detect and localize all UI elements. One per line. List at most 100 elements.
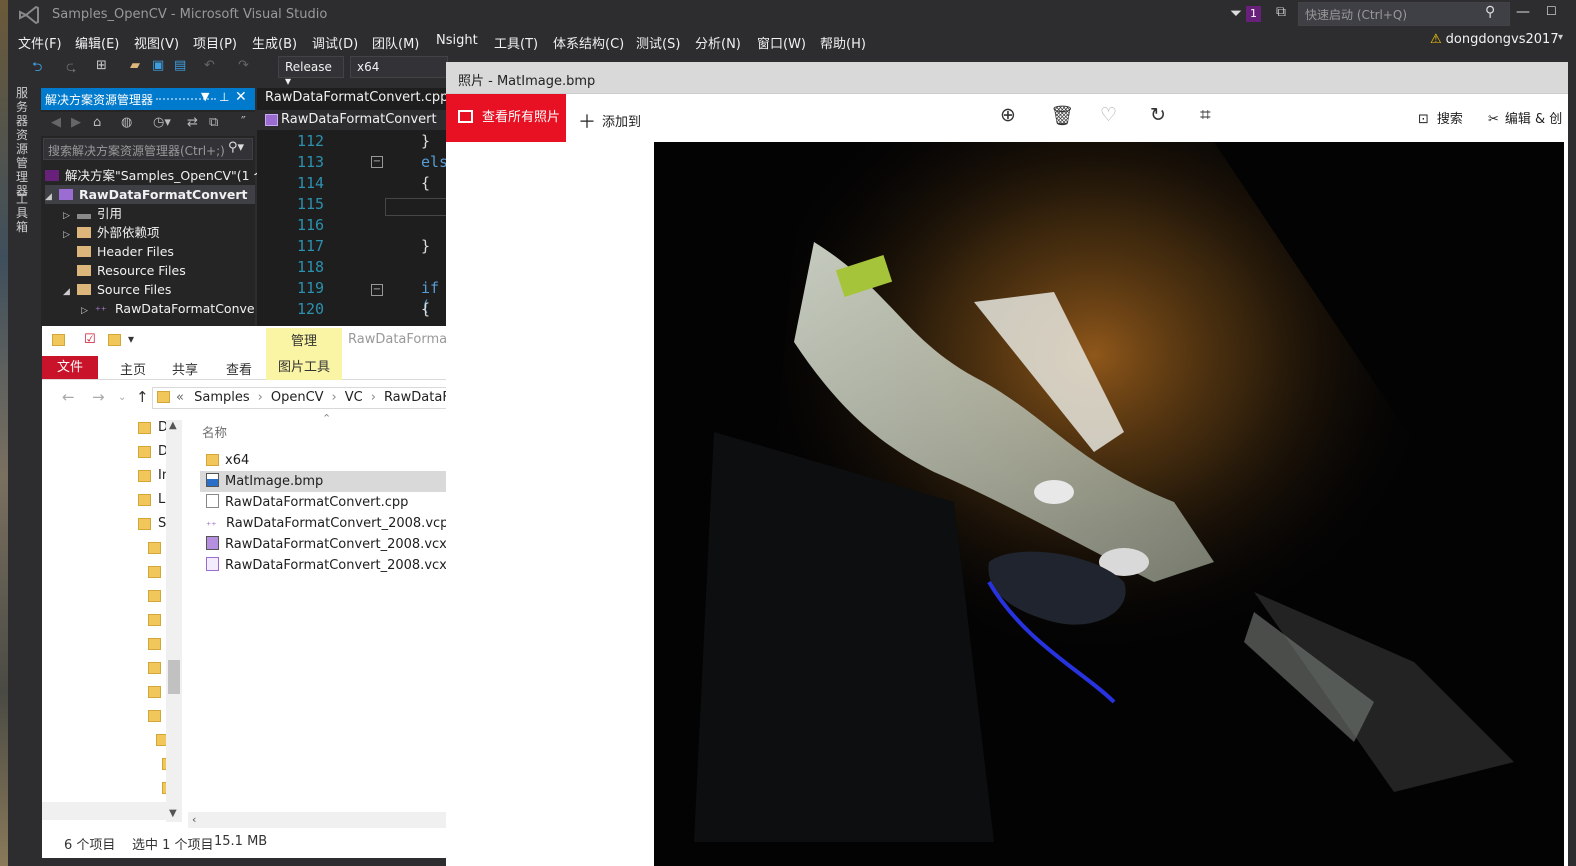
menu-analyze[interactable]: 分析(N) (695, 33, 741, 52)
search-button[interactable]: ⊡ 搜索 (1418, 108, 1463, 127)
folder-icon[interactable] (148, 710, 161, 722)
up-icon[interactable]: ↑ (136, 388, 149, 406)
forward-icon[interactable]: ▶ (71, 115, 81, 130)
folder-icon[interactable] (148, 590, 161, 602)
nav-scrollbar[interactable]: ▲ ▼ (166, 420, 182, 822)
pin-icon[interactable]: ⊥ (219, 90, 229, 104)
scroll-up-icon[interactable]: ▲ (169, 420, 177, 431)
toolbox-tab[interactable]: 工具箱 (16, 192, 32, 234)
list-item[interactable]: x64 (200, 450, 456, 471)
scroll-left-icon[interactable]: ‹ (192, 813, 196, 826)
tree-item-references[interactable]: ▷ 引用 (63, 204, 122, 223)
folder-icon[interactable] (148, 542, 161, 554)
tree-item-external-deps[interactable]: ▷ 外部依赖项 (63, 223, 160, 242)
folder-icon[interactable] (148, 638, 161, 650)
collapsed-arrow-icon[interactable]: ▷ (81, 302, 95, 321)
list-item-selected[interactable]: MatImage.bmp (200, 471, 456, 492)
forward-icon[interactable]: → (92, 388, 105, 406)
favorite-icon[interactable]: ♡ (1100, 104, 1117, 126)
address-path[interactable]: « Samples › OpenCV › VC › RawDataFor (152, 387, 456, 409)
notification-badge[interactable]: 1 (1246, 6, 1261, 22)
pending-changes-icon[interactable]: ◷▾ (153, 115, 171, 130)
breadcrumb-item[interactable]: VC (345, 390, 363, 405)
see-all-photos-button[interactable]: 查看所有照片 (446, 94, 566, 142)
zoom-in-icon[interactable]: ⊕ (1000, 104, 1016, 126)
server-explorer-tab[interactable]: 服务器资源管理器 (16, 86, 32, 198)
menu-team[interactable]: 团队(M) (372, 33, 419, 52)
tree-item-project[interactable]: ◢ RawDataFormatConvert (45, 185, 255, 204)
navigation-bar[interactable]: RawDataFormatConvert (257, 110, 455, 130)
collapse-all-icon[interactable]: ⧉ (209, 115, 218, 130)
tab-file[interactable]: 文件 (42, 356, 98, 379)
feedback-icon[interactable]: ⧉ (1276, 4, 1286, 20)
tab-share[interactable]: 共享 (172, 359, 198, 378)
switch-views-icon[interactable]: ◍ (121, 115, 132, 130)
redo-icon[interactable]: ↷ (238, 58, 249, 73)
file-list-hscrollbar[interactable]: ‹ (188, 812, 456, 828)
chevron-right-icon[interactable]: › (371, 390, 376, 405)
editor-tab[interactable]: RawDataFormatConvert.cpp (263, 88, 448, 110)
properties-icon[interactable]: ☑ (84, 332, 96, 347)
overflow-chevron-icon[interactable]: « (176, 390, 184, 405)
add-to-button[interactable]: ＋ 添加到 (578, 108, 641, 134)
column-header-name[interactable]: 名称 (202, 422, 227, 441)
tab-picture-tools[interactable]: 图片工具 (266, 356, 342, 380)
menu-view[interactable]: 视图(V) (134, 33, 179, 52)
search-icon[interactable]: ⚲▾ (228, 140, 244, 155)
menu-debug[interactable]: 调试(D) (312, 33, 358, 52)
collapsed-arrow-icon[interactable]: ▷ (63, 226, 77, 245)
menu-file[interactable]: 文件(F) (18, 33, 62, 52)
menu-help[interactable]: 帮助(H) (820, 33, 866, 52)
solution-search-input[interactable]: 搜索解决方案资源管理器(Ctrl+;) ⚲▾ (43, 138, 253, 160)
tab-home[interactable]: 主页 (120, 359, 146, 378)
quick-launch-input[interactable]: 快速启动 (Ctrl+Q) ⚲ (1298, 2, 1510, 26)
manage-contextual-tab[interactable]: 管理 (266, 328, 342, 356)
recent-locations-icon[interactable]: ⌄ (118, 392, 126, 403)
chevron-right-icon[interactable]: › (258, 390, 263, 405)
new-folder-icon[interactable] (108, 334, 121, 346)
close-icon[interactable]: ✕ (235, 89, 247, 105)
menu-architecture[interactable]: 体系结构(C) (553, 33, 624, 52)
list-item[interactable]: ⁺⁺ RawDataFormatConvert_2008.vcproj (200, 513, 456, 534)
nav-hscrollbar[interactable] (42, 802, 166, 820)
edit-create-button[interactable]: ✂ 编辑 & 创 (1488, 108, 1562, 127)
folder-icon[interactable] (148, 662, 161, 674)
tree-item-resource-files[interactable]: Resource Files (77, 261, 186, 280)
list-item[interactable]: RawDataFormatConvert.cpp (200, 492, 456, 513)
customize-icon[interactable]: ▾ (128, 332, 134, 346)
search-icon[interactable]: ⚲ (1485, 4, 1495, 20)
home-icon[interactable]: ⌂ (93, 115, 101, 130)
photo-image[interactable] (654, 142, 1564, 866)
menu-tools[interactable]: 工具(T) (494, 33, 538, 52)
menu-project[interactable]: 项目(P) (193, 33, 237, 52)
tree-item-cpp-file[interactable]: ▷ ⁺⁺ RawDataFormatConve (81, 299, 255, 318)
back-icon[interactable]: ← (62, 388, 75, 406)
chevron-right-icon[interactable]: › (332, 390, 337, 405)
collapse-toggle[interactable]: − (371, 156, 383, 168)
minimize-button[interactable]: — (1516, 4, 1530, 20)
collapse-toggle[interactable]: − (371, 284, 383, 296)
chevron-down-icon[interactable]: ▼ (201, 90, 209, 103)
platform-dropdown[interactable]: x64 (350, 56, 448, 78)
scroll-down-icon[interactable]: ▼ (169, 808, 177, 819)
folder-icon[interactable] (148, 566, 161, 578)
sync-icon[interactable]: ⇄ (187, 115, 198, 130)
tree-item-source-files[interactable]: ◢ Source Files (63, 280, 171, 299)
back-icon[interactable]: ◀ (51, 115, 61, 130)
save-icon[interactable]: ▣ (152, 58, 164, 73)
list-item[interactable]: RawDataFormatConvert_2008.vcxproj... (200, 555, 456, 576)
tab-view[interactable]: 查看 (226, 359, 252, 378)
more-icon[interactable]: ″ (241, 115, 246, 130)
undo-icon[interactable]: ↶ (204, 58, 215, 73)
menu-nsight[interactable]: Nsight (436, 33, 478, 48)
maximize-button[interactable]: ☐ (1546, 4, 1557, 18)
tree-item-header-files[interactable]: Header Files (77, 242, 174, 261)
expanded-arrow-icon[interactable]: ◢ (63, 283, 77, 302)
tree-item-solution[interactable]: 解决方案"Samples_OpenCV"(1 个 (45, 166, 266, 185)
menu-window[interactable]: 窗口(W) (757, 33, 806, 52)
breadcrumb-item[interactable]: OpenCV (271, 390, 324, 405)
crop-icon[interactable]: ⌗ (1200, 104, 1211, 126)
back-icon[interactable]: ⮌ (32, 58, 42, 80)
signed-in-user[interactable]: ⚠ dongdongvs2017 (1430, 32, 1559, 47)
new-project-icon[interactable]: ⊞ (96, 58, 107, 73)
